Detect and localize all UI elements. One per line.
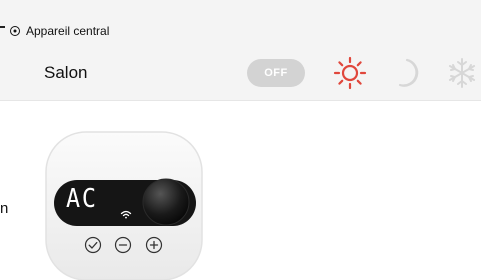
check-icon[interactable]	[84, 236, 102, 254]
plus-icon[interactable]	[145, 236, 163, 254]
central-device-indicator[interactable]: Appareil central	[10, 24, 109, 38]
wifi-icon	[120, 210, 132, 219]
target-icon	[10, 26, 20, 36]
display-screen: AC	[66, 184, 126, 214]
central-device-label: Appareil central	[26, 24, 110, 38]
off-button[interactable]: OFF	[247, 59, 305, 87]
header-divider	[0, 100, 481, 101]
snowflake-icon[interactable]	[445, 56, 479, 90]
display-text: AC	[66, 184, 98, 214]
off-button-label: OFF	[264, 67, 288, 79]
top-strip	[0, 0, 481, 22]
left-edge-mark	[0, 26, 5, 28]
cut-off-label: n	[0, 200, 9, 217]
sun-icon[interactable]	[333, 56, 367, 90]
moon-icon[interactable]	[392, 56, 426, 90]
room-name: Salon	[44, 63, 88, 82]
minus-icon[interactable]	[114, 236, 132, 254]
control-knob[interactable]	[142, 178, 190, 226]
